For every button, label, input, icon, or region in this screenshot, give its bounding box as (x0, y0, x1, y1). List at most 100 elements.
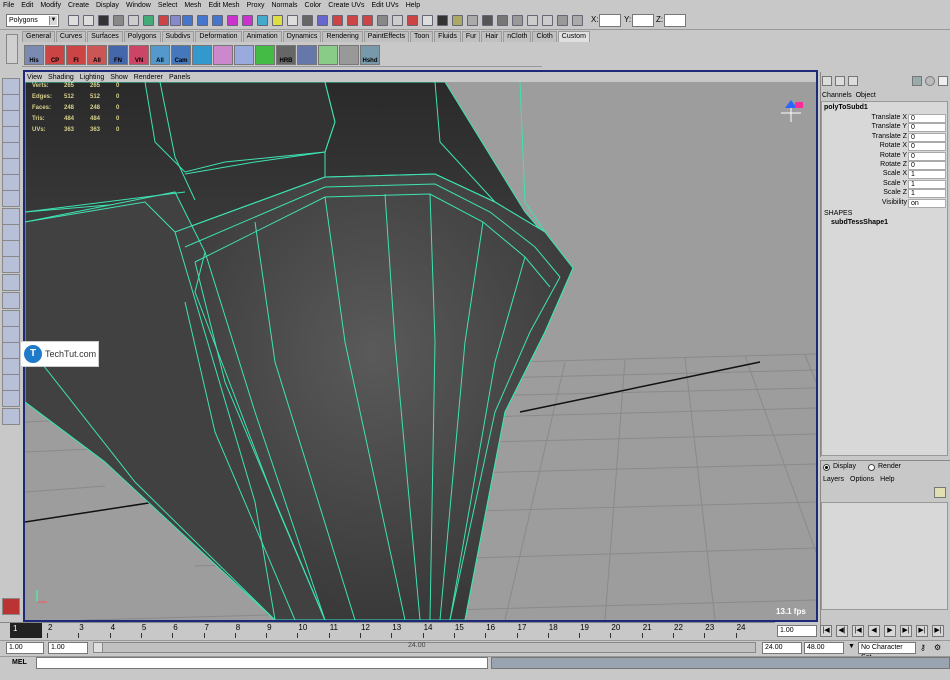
attribute-row[interactable]: Scale X1 (822, 170, 947, 180)
status-tool-icon[interactable] (287, 15, 298, 26)
status-tool-icon[interactable] (257, 15, 268, 26)
status-tool-icon[interactable] (143, 15, 154, 26)
viewport-scene[interactable] (25, 82, 816, 620)
shelf-tab-custom[interactable]: Custom (557, 31, 590, 42)
status-tool-icon[interactable] (317, 15, 328, 26)
shelf-tab-cloth[interactable]: Cloth (532, 31, 557, 42)
attribute-row[interactable]: Visibility on (822, 198, 947, 208)
step-forward-frame-icon[interactable]: ▶| (900, 625, 912, 637)
layout-two-icon[interactable] (2, 274, 20, 291)
shelf-tab-hair[interactable]: Hair (481, 31, 503, 42)
layout-render-icon[interactable] (2, 358, 20, 375)
status-tool-icon[interactable] (182, 15, 193, 26)
command-input[interactable] (36, 657, 488, 669)
shelf-tab-fluids[interactable]: Fluids (434, 31, 461, 42)
shelf-button-3[interactable]: FI (66, 45, 86, 65)
attribute-value-field[interactable]: 0 (908, 161, 946, 170)
layer-menu-help[interactable]: Help (880, 476, 894, 483)
go-to-end-icon[interactable]: ▶| (932, 625, 944, 637)
display-layers-radio[interactable] (823, 464, 830, 471)
menu-mesh[interactable]: Mesh (184, 2, 201, 9)
shelf-button-17[interactable]: Hshd (360, 45, 380, 65)
shelf-button-7[interactable]: All (150, 45, 170, 65)
shelf-button-11[interactable] (234, 45, 254, 65)
shelf-button-1[interactable]: His (24, 45, 44, 65)
viewport-menu-panels[interactable]: Panels (169, 74, 190, 81)
shelf-button-6[interactable]: VN (129, 45, 149, 65)
animation-start-field[interactable]: 1.00 (6, 642, 44, 654)
status-tool-icon[interactable] (242, 15, 253, 26)
attribute-row[interactable]: Scale Z1 (822, 189, 947, 199)
rotate-tool-icon[interactable] (2, 142, 20, 159)
status-tool-icon[interactable] (497, 15, 508, 26)
status-tool-icon[interactable] (437, 15, 448, 26)
viewport-menu-show[interactable]: Show (110, 74, 128, 81)
attribute-value-field[interactable]: 0 (908, 114, 946, 123)
layer-menu-layers[interactable]: Layers (823, 476, 844, 483)
step-back-frame-icon[interactable]: |◀ (852, 625, 864, 637)
status-tool-icon[interactable] (197, 15, 208, 26)
shelf-tab-toon[interactable]: Toon (409, 31, 434, 42)
attribute-row[interactable]: Scale Y1 (822, 179, 947, 189)
menu-help[interactable]: Help (406, 2, 420, 9)
status-tool-icon[interactable] (128, 15, 139, 26)
render-layers-radio[interactable] (868, 464, 875, 471)
lasso-tool-icon[interactable] (2, 94, 20, 111)
status-tool-icon[interactable] (527, 15, 538, 26)
shelf-button-16[interactable] (339, 45, 359, 65)
status-tool-icon[interactable] (332, 15, 343, 26)
current-frame-marker[interactable]: 1 (10, 623, 42, 638)
status-tool-icon[interactable] (422, 15, 433, 26)
channel-box-menu-object[interactable]: Object (856, 92, 876, 99)
display-toggle-icon[interactable] (925, 76, 935, 86)
playback-end-field[interactable]: 24.00 (762, 642, 802, 654)
viewport-menu-renderer[interactable]: Renderer (134, 74, 163, 81)
command-language-label[interactable]: MEL (12, 659, 27, 666)
shelf-button-13[interactable]: HRB (276, 45, 296, 65)
layout-more-icon[interactable] (2, 408, 20, 425)
attribute-row[interactable]: Translate Z0 (822, 132, 947, 142)
channel-box-node-name[interactable]: polyToSubd1 (824, 104, 868, 111)
menu-create-uvs[interactable]: Create UVs (328, 2, 364, 9)
status-tool-icon[interactable] (512, 15, 523, 26)
shelf-tab-painteffects[interactable]: PaintEffects (363, 31, 409, 42)
channel-box-menu-channels[interactable]: Channels (822, 92, 852, 99)
status-tool-icon[interactable] (212, 15, 223, 26)
shelf-button-8[interactable]: Cam (171, 45, 191, 65)
status-tool-icon[interactable] (557, 15, 568, 26)
layout-persp-icon[interactable] (2, 342, 20, 359)
menu-edit-uvs[interactable]: Edit UVs (371, 2, 398, 9)
x-input[interactable] (599, 14, 621, 27)
shelf-tab-animation[interactable]: Animation (242, 31, 282, 42)
tool-settings-toggle-icon[interactable] (848, 76, 858, 86)
attribute-value-field[interactable]: 0 (908, 123, 946, 133)
layout-hypershade-icon[interactable] (2, 326, 20, 343)
status-tool-icon[interactable] (452, 15, 463, 26)
status-tool-icon[interactable] (407, 15, 418, 26)
status-tool-icon[interactable] (572, 15, 583, 26)
status-tool-icon[interactable] (227, 15, 238, 26)
step-forward-key-icon[interactable]: ▶| (916, 625, 928, 637)
animation-end-field[interactable]: 48.00 (804, 642, 844, 654)
shelf-button-12[interactable] (255, 45, 275, 65)
layout-script-icon[interactable] (2, 374, 20, 391)
shelf-button-9[interactable] (192, 45, 212, 65)
shelf-menu-button[interactable] (6, 34, 18, 64)
shelf-button-4[interactable]: All (87, 45, 107, 65)
last-tool-icon[interactable] (2, 224, 20, 241)
y-input[interactable] (632, 14, 654, 27)
attribute-value-field[interactable]: 0 (908, 132, 946, 142)
step-back-key-icon[interactable]: ◀| (836, 625, 848, 637)
play-forward-icon[interactable]: ▶ (884, 625, 896, 637)
status-tool-icon[interactable] (467, 15, 478, 26)
status-tool-icon[interactable] (302, 15, 313, 26)
shelf-tab-general[interactable]: General (22, 31, 55, 42)
status-tool-icon[interactable] (170, 15, 181, 26)
play-backward-icon[interactable]: ◀ (868, 625, 880, 637)
attribute-value-field[interactable]: 0 (908, 151, 946, 161)
shelf-tab-fur[interactable]: Fur (461, 31, 481, 42)
select-tool-icon[interactable] (2, 78, 20, 95)
attribute-row[interactable]: Rotate X0 (822, 142, 947, 152)
shelf-tab-rendering[interactable]: Rendering (322, 31, 363, 42)
attribute-value-field[interactable]: 1 (908, 179, 946, 189)
